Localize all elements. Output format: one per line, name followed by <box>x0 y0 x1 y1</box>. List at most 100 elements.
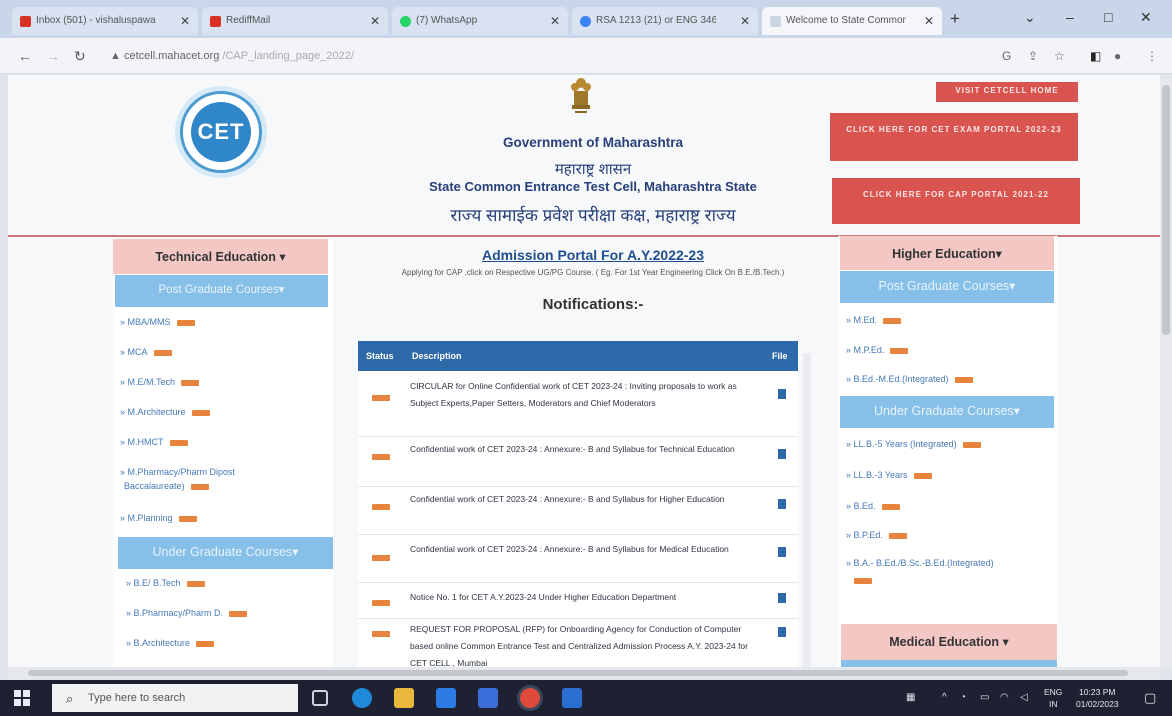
network-icon[interactable]: ◔ <box>960 692 966 703</box>
new-badge-icon <box>190 483 209 490</box>
tab-search-button[interactable]: ⌄ <box>1024 9 1036 26</box>
close-icon[interactable]: ✕ <box>370 14 380 28</box>
higher-education-dropdown[interactable]: Higher Education▾ <box>840 236 1054 270</box>
higher-pg-courses-dropdown[interactable]: Post Graduate Courses▾ <box>840 271 1054 303</box>
col-description: Description <box>412 351 462 361</box>
scroll-thumb[interactable] <box>28 670 1128 676</box>
link-b-ped[interactable]: » B.P.Ed. <box>846 530 907 540</box>
edge-icon[interactable] <box>352 688 372 708</box>
table-row: Confidential work of CET 2023-24 : Annex… <box>358 487 798 535</box>
link-m-pharmacy-line2[interactable]: Baccalaureate) <box>124 481 209 491</box>
notification-text[interactable]: Confidential work of CET 2023-24 : Annex… <box>410 541 750 558</box>
link-me-mtech[interactable]: » M.E/M.Tech <box>120 377 200 387</box>
technical-pg-courses-dropdown[interactable]: Post Graduate Courses▾ <box>115 275 328 307</box>
tab-title: RediffMail <box>226 15 271 26</box>
google-icon[interactable]: G <box>1002 49 1011 63</box>
file-download-icon[interactable] <box>778 627 786 637</box>
mail-icon[interactable] <box>436 688 456 708</box>
notification-text[interactable]: Confidential work of CET 2023-24 : Annex… <box>410 491 750 508</box>
menu-dots-icon[interactable]: ⋮ <box>1146 49 1158 63</box>
link-mca[interactable]: » MCA <box>120 347 172 357</box>
close-icon[interactable]: ✕ <box>180 14 190 28</box>
reload-icon[interactable]: ↻ <box>74 48 86 65</box>
file-explorer-icon[interactable] <box>394 688 414 708</box>
notification-text[interactable]: CIRCULAR for Online Confidential work of… <box>410 378 750 412</box>
profile-avatar-icon[interactable]: ● <box>1114 49 1121 63</box>
close-icon[interactable]: ✕ <box>550 14 560 28</box>
page-horizontal-scrollbar[interactable] <box>8 667 1160 679</box>
close-icon[interactable]: ✕ <box>740 14 750 28</box>
visit-cetcell-home-button[interactable]: VISIT CETCELL HOME <box>936 82 1078 102</box>
chrome-icon[interactable] <box>520 688 540 708</box>
link-m-hmct[interactable]: » M.HMCT <box>120 437 188 447</box>
tab-gmail[interactable]: Inbox (501) - vishaluspawar ✕ <box>12 7 198 35</box>
taskbar-search-input[interactable]: ⌕ Type here to search <box>52 684 298 712</box>
windows-start-icon[interactable] <box>14 690 30 706</box>
higher-ug-courses-dropdown[interactable]: Under Graduate Courses▾ <box>840 396 1054 428</box>
link-b-architecture[interactable]: » B.Architecture <box>126 638 215 648</box>
new-tab-button[interactable]: + <box>950 9 960 29</box>
store-icon[interactable] <box>478 688 498 708</box>
notification-text[interactable]: Notice No. 1 for CET A.Y.2023-24 Under H… <box>410 589 750 606</box>
show-hidden-icons-icon[interactable]: ^ <box>942 692 947 703</box>
word-icon[interactable] <box>562 688 582 708</box>
wifi-icon[interactable]: ◠ <box>1000 692 1009 703</box>
window-close-button[interactable]: ✕ <box>1140 9 1152 26</box>
maximize-button[interactable]: □ <box>1104 9 1112 25</box>
share-icon[interactable]: ⇪ <box>1028 49 1038 63</box>
link-be-btech[interactable]: » B.E/ B.Tech <box>126 578 205 588</box>
file-download-icon[interactable] <box>778 499 786 509</box>
tab-cetcell[interactable]: Welcome to State Common ✕ <box>762 7 942 35</box>
tab-whatsapp[interactable]: (7) WhatsApp ✕ <box>392 7 568 35</box>
notification-text[interactable]: Confidential work of CET 2023-24 : Annex… <box>410 441 750 458</box>
link-m-planning[interactable]: » M.Planning <box>120 513 197 523</box>
info-icon[interactable]: ▲ <box>110 50 124 62</box>
link-bed-med[interactable]: » B.Ed.-M.Ed.(Integrated) <box>846 374 973 384</box>
new-badge-icon <box>888 532 907 539</box>
cell-title: State Common Entrance Test Cell, Maharas… <box>429 179 757 194</box>
file-download-icon[interactable] <box>778 593 786 603</box>
link-m-ed[interactable]: » M.Ed. <box>846 315 902 325</box>
file-download-icon[interactable] <box>778 547 786 557</box>
close-icon[interactable]: ✕ <box>924 14 934 28</box>
technical-ug-courses-dropdown[interactable]: Under Graduate Courses▾ <box>118 537 333 569</box>
technical-education-dropdown[interactable]: Technical Education ▾ <box>113 239 328 274</box>
task-view-icon[interactable] <box>312 690 328 706</box>
link-m-architecture[interactable]: » M.Architecture <box>120 407 210 417</box>
table-scrollbar[interactable] <box>803 353 811 667</box>
taskbar-clock[interactable]: 10:23 PM 01/02/2023 <box>1076 686 1119 710</box>
link-label: MBA/MMS <box>127 317 171 327</box>
keyboard-icon[interactable]: ▦ <box>906 692 915 703</box>
tab-rsa[interactable]: RSA 1213 (21) or ENG 346 ✕ <box>572 7 758 35</box>
file-download-icon[interactable] <box>778 389 786 399</box>
forward-arrow-icon[interactable]: → <box>46 48 60 64</box>
link-mba-mms[interactable]: » MBA/MMS <box>120 317 195 327</box>
link-llb-3[interactable]: » LL.B.-3 Years <box>846 470 932 480</box>
volume-icon[interactable]: ◁ <box>1020 692 1028 703</box>
notification-text[interactable]: REQUEST FOR PROPOSAL (RFP) for Onboardin… <box>410 621 750 667</box>
notification-center-icon[interactable]: ▢ <box>1144 690 1156 706</box>
link-m-ped[interactable]: » M.P.Ed. <box>846 345 909 355</box>
cap-portal-button[interactable]: CLICK HERE FOR CAP PORTAL 2021-22 <box>832 178 1080 224</box>
link-b-ed[interactable]: » B.Ed. <box>846 501 900 511</box>
cet-exam-portal-button[interactable]: CLICK HERE FOR CET EXAM PORTAL 2022-23 <box>830 113 1078 161</box>
cet-logo[interactable]: CET <box>180 91 262 173</box>
language-indicator[interactable]: ENG IN <box>1044 686 1062 710</box>
sidebar-icon[interactable]: ◧ <box>1090 49 1101 63</box>
minimize-button[interactable]: – <box>1066 9 1074 25</box>
tab-rediffmail[interactable]: RediffMail ✕ <box>202 7 388 35</box>
link-ba-bed[interactable]: » B.A.- B.Ed./B.Sc.-B.Ed.(Integrated) <box>846 558 994 568</box>
link-llb-5[interactable]: » LL.B.-5 Years (Integrated) <box>846 439 981 449</box>
link-m-pharmacy[interactable]: » M.Pharmacy/Pharm Dipost <box>120 467 235 477</box>
url-input[interactable]: ▲ cetcell.mahacet.org /CAP_landing_page_… <box>100 45 980 67</box>
admission-portal-title[interactable]: Admission Portal For A.Y.2022-23 <box>428 247 758 263</box>
file-download-icon[interactable] <box>778 449 786 459</box>
link-b-pharmacy[interactable]: » B.Pharmacy/Pharm D. <box>126 608 248 618</box>
back-arrow-icon[interactable]: ← <box>18 48 32 64</box>
battery-icon[interactable]: ▭ <box>980 692 989 703</box>
url-domain: cetcell.mahacet.org <box>123 50 220 62</box>
medical-education-dropdown[interactable]: Medical Education ▾ <box>841 624 1057 660</box>
bookmark-star-icon[interactable]: ☆ <box>1054 49 1065 63</box>
page-vertical-scrollbar[interactable] <box>1160 75 1172 667</box>
scroll-thumb[interactable] <box>1162 85 1170 335</box>
